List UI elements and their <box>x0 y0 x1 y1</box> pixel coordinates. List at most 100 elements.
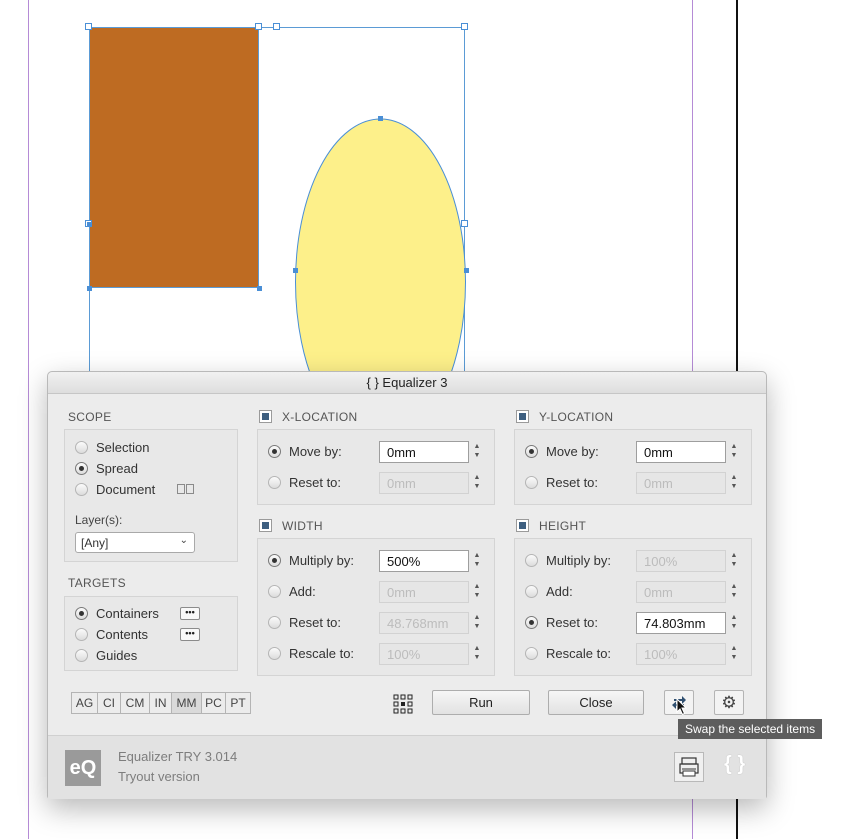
print-button[interactable] <box>674 752 704 782</box>
target-option-guides[interactable]: Guides <box>75 648 137 663</box>
height-checkbox[interactable] <box>516 519 529 532</box>
height-reset-input[interactable]: 74.803mm <box>636 612 726 634</box>
radio-icon[interactable] <box>268 476 281 489</box>
unit-button-ci[interactable]: CI <box>97 692 121 714</box>
width-reset-input[interactable]: 48.768mm <box>379 612 469 634</box>
targets-panel: Containers ••• Contents ••• Guides <box>64 596 238 671</box>
radio-icon[interactable] <box>268 445 281 458</box>
unit-button-in[interactable]: IN <box>149 692 172 714</box>
width-add-input[interactable]: 0mm <box>379 581 469 603</box>
unit-button-mm[interactable]: MM <box>171 692 202 714</box>
anchor-ellipse-left <box>293 268 298 273</box>
y-reset-input[interactable]: 0mm <box>636 472 726 494</box>
radio-icon[interactable] <box>75 441 88 454</box>
radio-icon[interactable] <box>525 554 538 567</box>
width-checkbox[interactable] <box>259 519 272 532</box>
unit-button-pc[interactable]: PC <box>201 692 226 714</box>
containers-more-button[interactable]: ••• <box>180 607 200 620</box>
handle-top-right[interactable] <box>461 23 468 30</box>
x-move-option[interactable]: Move by: <box>268 444 342 459</box>
dialog-title[interactable]: { } Equalizer 3 <box>48 372 766 394</box>
radio-icon[interactable] <box>75 483 88 496</box>
x-move-stepper[interactable]: ▲ ▼ <box>471 441 483 463</box>
height-panel: Multiply by: 100% ▲ ▼ Add: 0mm ▲ ▼ Reset t… <box>514 538 752 676</box>
radio-icon[interactable] <box>525 585 538 598</box>
scope-option-label: Document <box>96 482 156 497</box>
height-multiply-stepper[interactable]: ▲ ▼ <box>728 550 740 572</box>
x-reset-option[interactable]: Reset to: <box>268 475 341 490</box>
height-multiply-label: Multiply by: <box>546 553 612 568</box>
y-move-input[interactable]: 0mm <box>636 441 726 463</box>
width-rescale-option[interactable]: Rescale to: <box>268 646 354 661</box>
height-multiply-option[interactable]: Multiply by: <box>525 553 611 568</box>
gear-icon: ⚙ <box>721 693 737 712</box>
product-version: Equalizer TRY 3.014 <box>118 749 238 764</box>
y-location-checkbox[interactable] <box>516 410 529 423</box>
anchor-rect-left <box>87 222 92 227</box>
width-rescale-input[interactable]: 100% <box>379 643 469 665</box>
width-reset-label: Reset to: <box>289 615 342 630</box>
x-location-checkbox[interactable] <box>259 410 272 423</box>
height-rescale-stepper[interactable]: ▲ ▼ <box>728 643 740 665</box>
scope-option-label: Spread <box>96 461 138 476</box>
radio-icon[interactable] <box>75 607 88 620</box>
height-add-input[interactable]: 0mm <box>636 581 726 603</box>
y-reset-stepper[interactable]: ▲ ▼ <box>728 472 740 494</box>
radio-icon[interactable] <box>75 649 88 662</box>
x-reset-input[interactable]: 0mm <box>379 472 469 494</box>
width-add-stepper[interactable]: ▲ ▼ <box>471 581 483 603</box>
x-location-panel: Move by: 0mm ▲ ▼ Reset to: 0mm ▲ ▼ <box>257 429 495 505</box>
unit-button-cm[interactable]: CM <box>120 692 150 714</box>
width-multiply-input[interactable]: 500% <box>379 550 469 572</box>
width-multiply-stepper[interactable]: ▲ ▼ <box>471 550 483 572</box>
height-rescale-option[interactable]: Rescale to: <box>525 646 611 661</box>
contents-more-button[interactable]: ••• <box>180 628 200 641</box>
unit-button-ag[interactable]: AG <box>71 692 98 714</box>
brown-rectangle[interactable] <box>89 27 259 288</box>
y-reset-option[interactable]: Reset to: <box>525 475 598 490</box>
x-reset-stepper[interactable]: ▲ ▼ <box>471 472 483 494</box>
unit-button-pt[interactable]: PT <box>225 692 251 714</box>
radio-icon[interactable] <box>268 585 281 598</box>
width-reset-stepper[interactable]: ▲ ▼ <box>471 612 483 634</box>
height-reset-stepper[interactable]: ▲ ▼ <box>728 612 740 634</box>
scope-option-document[interactable]: Document <box>75 482 195 497</box>
y-move-stepper[interactable]: ▲ ▼ <box>728 441 740 463</box>
radio-icon[interactable] <box>525 445 538 458</box>
target-option-containers[interactable]: Containers <box>75 606 159 621</box>
radio-icon[interactable] <box>75 628 88 641</box>
eq-logo: eQ <box>65 750 101 786</box>
close-button[interactable]: Close <box>548 690 644 715</box>
width-reset-option[interactable]: Reset to: <box>268 615 341 630</box>
radio-icon[interactable] <box>75 462 88 475</box>
radio-icon[interactable] <box>525 647 538 660</box>
handle-middle-right[interactable] <box>461 220 468 227</box>
radio-icon[interactable] <box>268 616 281 629</box>
width-rescale-stepper[interactable]: ▲ ▼ <box>471 643 483 665</box>
y-move-option[interactable]: Move by: <box>525 444 599 459</box>
radio-icon[interactable] <box>525 476 538 489</box>
height-multiply-input[interactable]: 100% <box>636 550 726 572</box>
radio-icon[interactable] <box>268 647 281 660</box>
handle-top-middle[interactable] <box>273 23 280 30</box>
x-move-input[interactable]: 0mm <box>379 441 469 463</box>
settings-button[interactable]: ⚙ <box>714 690 744 715</box>
height-add-option[interactable]: Add: <box>525 584 573 599</box>
height-reset-option[interactable]: Reset to: <box>525 615 598 630</box>
target-option-contents[interactable]: Contents <box>75 627 148 642</box>
layers-select[interactable]: [Any] ⌄ <box>75 532 195 553</box>
radio-icon[interactable] <box>525 616 538 629</box>
radio-icon[interactable] <box>268 554 281 567</box>
scope-option-selection[interactable]: Selection <box>75 440 149 455</box>
reference-grid-icon[interactable] <box>393 694 413 714</box>
handle-top-left[interactable] <box>85 23 92 30</box>
y-location-title: Y-LOCATION <box>539 410 614 424</box>
width-multiply-option[interactable]: Multiply by: <box>268 553 354 568</box>
handle-rect-top-right[interactable] <box>255 23 262 30</box>
height-add-stepper[interactable]: ▲ ▼ <box>728 581 740 603</box>
run-button[interactable]: Run <box>432 690 530 715</box>
x-reset-label: Reset to: <box>289 475 342 490</box>
height-rescale-input[interactable]: 100% <box>636 643 726 665</box>
width-add-option[interactable]: Add: <box>268 584 316 599</box>
scope-option-spread[interactable]: Spread <box>75 461 138 476</box>
